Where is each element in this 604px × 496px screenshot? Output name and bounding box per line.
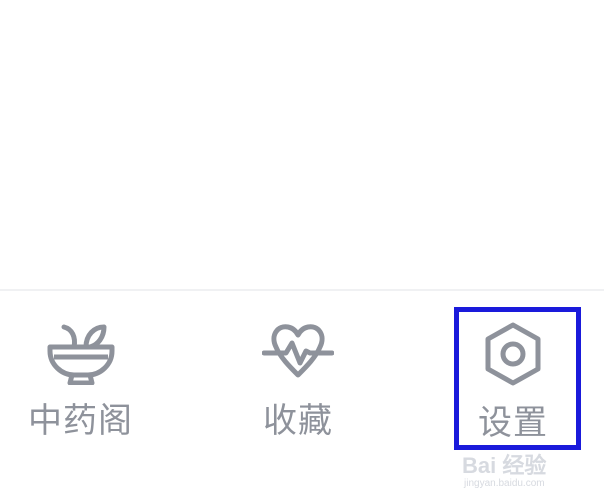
tab-herbs-label: 中药阁 <box>28 401 133 441</box>
content-area <box>0 0 604 289</box>
tab-herbs[interactable]: 中药阁 <box>0 291 200 471</box>
heart-pulse-icon <box>262 324 334 378</box>
hexagon-settings-icon <box>485 322 541 386</box>
tab-favorites[interactable]: 收藏 <box>200 291 400 471</box>
tab-favorites-label: 收藏 <box>263 401 333 441</box>
bottom-tab-bar: 中药阁 收藏 设置 <box>0 289 604 496</box>
app-screen: 中药阁 收藏 设置 Bai 经验 jingyan.baidu.com <box>0 0 604 496</box>
tab-settings-label: 设置 <box>478 403 548 443</box>
tab-settings[interactable]: 设置 <box>400 291 604 471</box>
herb-bowl-icon <box>47 324 115 385</box>
